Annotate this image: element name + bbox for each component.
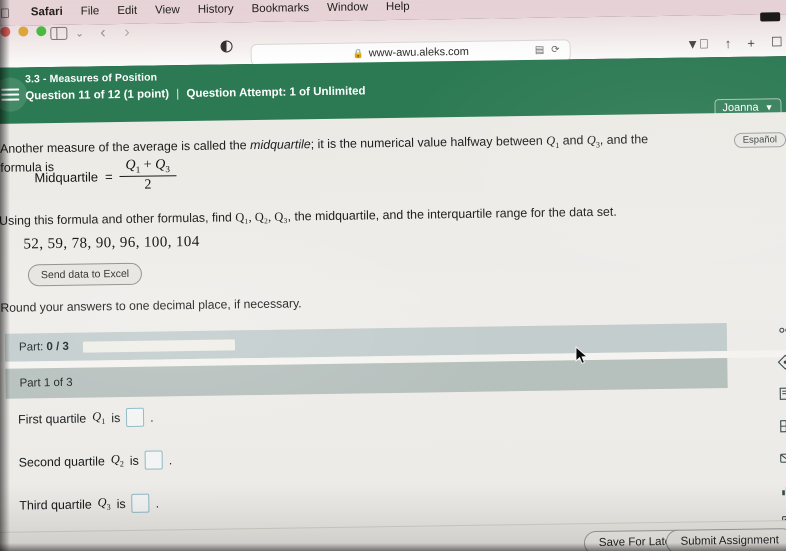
bar-chart-icon[interactable] — [779, 482, 786, 498]
note-calculator-icon[interactable] — [778, 386, 786, 402]
apple-icon[interactable]:  — [0, 5, 10, 20]
lock-icon: 🔒 — [352, 47, 364, 59]
part-progress-value: 0 / 3 — [46, 340, 69, 354]
q3-label-after: is — [116, 496, 126, 511]
fraction-denominator: 2 — [144, 177, 152, 193]
diamond-icon[interactable] — [777, 354, 786, 370]
send-data-to-excel-button[interactable]: Send data to Excel — [27, 262, 143, 287]
screenshot-root:  Safari File Edit View History Bookmark… — [0, 0, 786, 551]
zoom-window-button[interactable] — [36, 26, 47, 37]
attempt-counter: Question Attempt: 1 of Unlimited — [186, 85, 366, 101]
chevron-down-icon: ▼ — [764, 102, 774, 113]
q3-input-field[interactable] — [131, 493, 150, 513]
instruction-variables: Q₁, Q₂, Q₃ — [235, 209, 288, 225]
rounding-note: Round your answers to one decimal place,… — [0, 296, 302, 315]
fraction-numerator: Q1 + Q3 — [125, 157, 171, 175]
part-heading-label: Part 1 of 3 — [19, 376, 73, 390]
table-grid-icon[interactable] — [778, 418, 786, 434]
chevron-down-icon[interactable]: ⌄ — [75, 29, 84, 40]
dataset-values: 52, 59, 78, 90, 96, 100, 104 — [23, 233, 200, 253]
menu-item-help[interactable]: Help — [377, 1, 419, 14]
answer-row-q2: Second quartile Q2 is . — [19, 450, 173, 471]
instruction-part-2: , the midquartile, and the interquartile… — [287, 204, 617, 224]
battery-icon — [760, 12, 781, 22]
question-instruction: Using this formula and other formulas, f… — [0, 204, 639, 228]
close-window-button[interactable] — [0, 26, 11, 37]
question-counter: Question 11 of 12 (1 point) — [25, 88, 170, 103]
infinity-icon[interactable] — [777, 322, 786, 338]
q3-label-before: Third quartile — [19, 496, 92, 513]
q2-variable: Q2 — [110, 452, 124, 469]
answer-row-q3: Third quartile Q3 is . — [19, 493, 173, 514]
back-icon[interactable]: ‹ — [100, 24, 106, 42]
window-controls[interactable] — [0, 26, 47, 37]
toolbar-right-icons: ▼⃝ ↑ + ☐ — [686, 34, 783, 51]
midquartile-formula: Midquartile = Q1 + Q3 2 — [34, 157, 177, 195]
q2-label-after: is — [129, 453, 139, 468]
forward-icon[interactable]: › — [124, 24, 130, 42]
menu-item-window[interactable]: Window — [318, 1, 377, 14]
q1-period: . — [150, 410, 154, 425]
menu-item-view[interactable]: View — [146, 4, 189, 17]
part-progress-text: Part: 0 / 3 — [19, 341, 69, 354]
hamburger-menu-icon[interactable] — [0, 77, 28, 112]
formula-label: Midquartile — [34, 168, 99, 185]
term-midquartile: midquartile — [249, 137, 311, 153]
question-page: Español Another measure of the average i… — [0, 112, 786, 551]
section-title: 3.3 - Measures of Position — [24, 71, 158, 86]
share-icon[interactable]: ↑ — [725, 35, 732, 50]
menu-item-history[interactable]: History — [189, 3, 243, 16]
q2-period: . — [168, 452, 173, 467]
q3-period: . — [155, 495, 160, 511]
new-tab-icon[interactable]: + — [747, 35, 755, 50]
tab-overview-icon[interactable]: ☐ — [771, 34, 783, 50]
q1-label-after: is — [111, 410, 121, 425]
menu-item-edit[interactable]: Edit — [108, 5, 146, 18]
question-status: Question 11 of 12 (1 point) | Question A… — [25, 85, 365, 102]
intro-part-2: ; it is the numerical value halfway betw… — [310, 133, 547, 152]
submit-assignment-button[interactable]: Submit Assignment — [665, 528, 786, 551]
formula-equals: = — [104, 168, 113, 184]
menu-item-file[interactable]: File — [72, 5, 109, 18]
intro-part-1: Another measure of the average is called… — [0, 138, 251, 156]
download-icon[interactable]: ▼⃝ — [686, 36, 709, 51]
progress-track — [82, 338, 235, 353]
intro-and: and — [559, 133, 587, 148]
menu-item-bookmarks[interactable]: Bookmarks — [242, 2, 318, 15]
language-toggle-button[interactable]: Español — [733, 132, 786, 148]
tool-rail — [777, 322, 786, 530]
reload-icon[interactable]: ⟳ — [551, 45, 560, 56]
q1-label-before: First quartile — [17, 411, 87, 427]
q1-variable: Q1 — [92, 409, 106, 427]
answer-row-q1: First quartile Q1 is . — [18, 407, 172, 428]
inline-q1: Q1 — [546, 133, 560, 151]
inline-q3: Q3 — [586, 132, 600, 150]
sidebar-icon[interactable] — [50, 26, 68, 41]
screen-photo:  Safari File Edit View History Bookmark… — [0, 0, 786, 551]
instruction-part-1: Using this formula and other formulas, f… — [0, 210, 236, 228]
answers-group: First quartile Q1 is . Second quartile Q… — [18, 407, 173, 538]
minimize-window-button[interactable] — [18, 26, 29, 37]
q3-variable: Q3 — [97, 495, 111, 513]
header-separator: | — [176, 88, 180, 101]
q2-label-before: Second quartile — [18, 453, 105, 470]
q1-input-field[interactable] — [126, 407, 145, 427]
puzzle-extension-icon[interactable]: ▤ — [535, 45, 545, 56]
part-progress-label: Part: — [18, 341, 44, 354]
address-bar-actions: ▤ ⟳ — [535, 45, 560, 56]
url-text: www-awu.aleks.com — [368, 45, 469, 60]
menu-item-safari[interactable]: Safari — [22, 6, 72, 19]
formula-fraction: Q1 + Q3 2 — [119, 157, 177, 194]
envelope-icon[interactable] — [779, 450, 786, 466]
q2-input-field[interactable] — [144, 450, 163, 470]
